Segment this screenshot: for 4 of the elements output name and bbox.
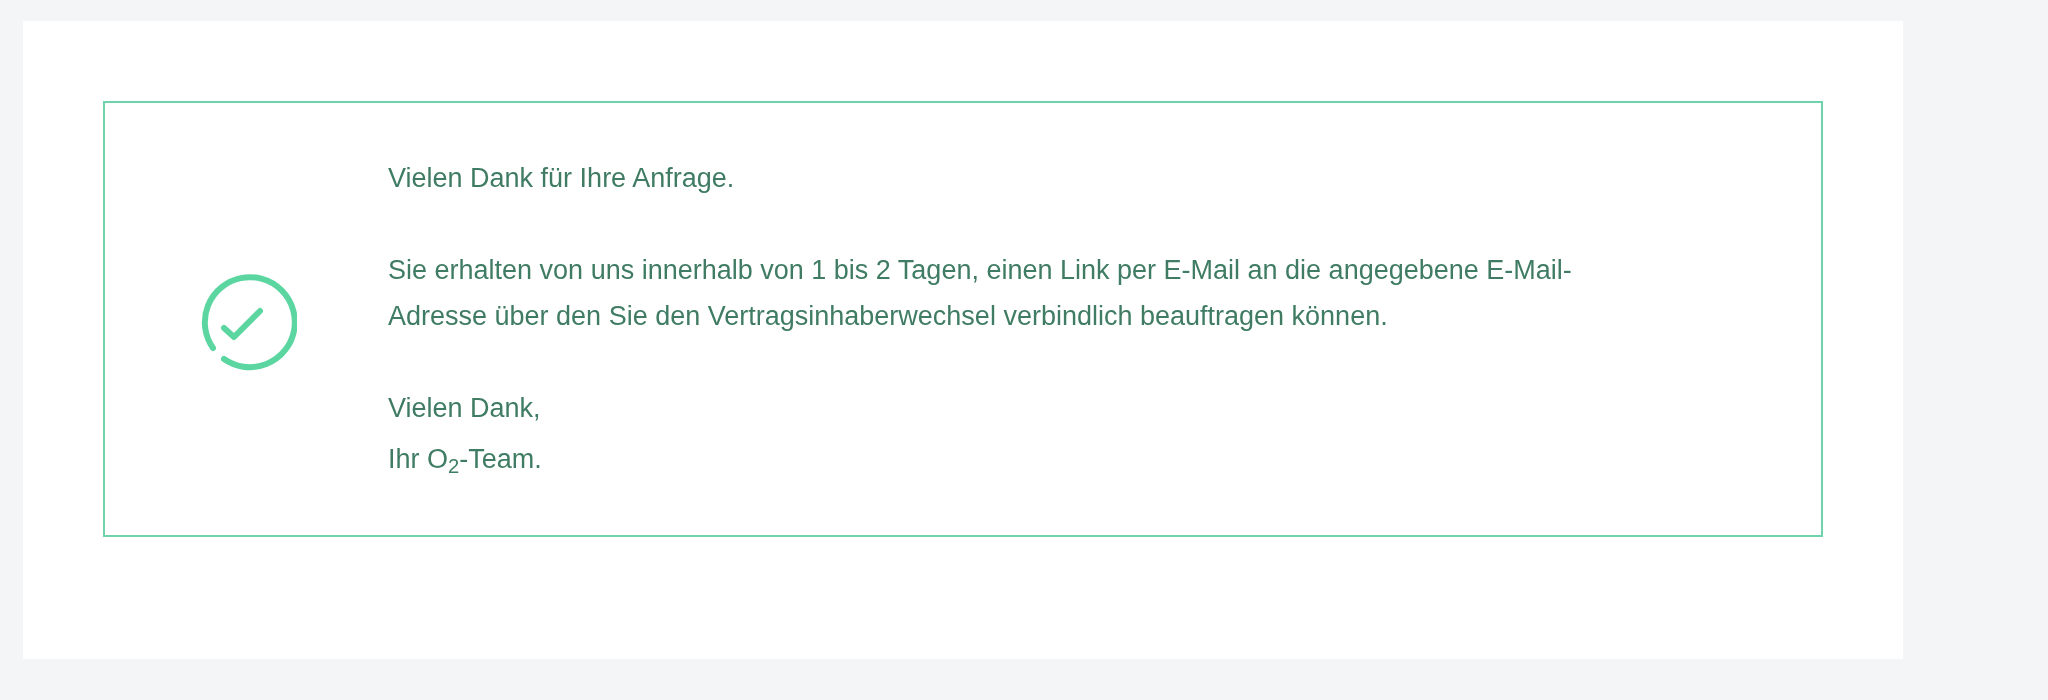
closing-text: Vielen Dank, <box>388 392 542 425</box>
signature-text: Ihr O$_{2}$-Team. <box>388 443 543 480</box>
thank-you-heading: Vielen Dank für Ihre Anfrage. <box>388 162 736 195</box>
confirmation-message: Sie erhalten von uns innerhalb von 1 bis 2 Tagen, einen Link per E-Mail an die angegebene E-Mail- Adresse über den Sie den Vertragsinhaberwechsel verbindlich beauftragen können. <box>388 254 1572 333</box>
